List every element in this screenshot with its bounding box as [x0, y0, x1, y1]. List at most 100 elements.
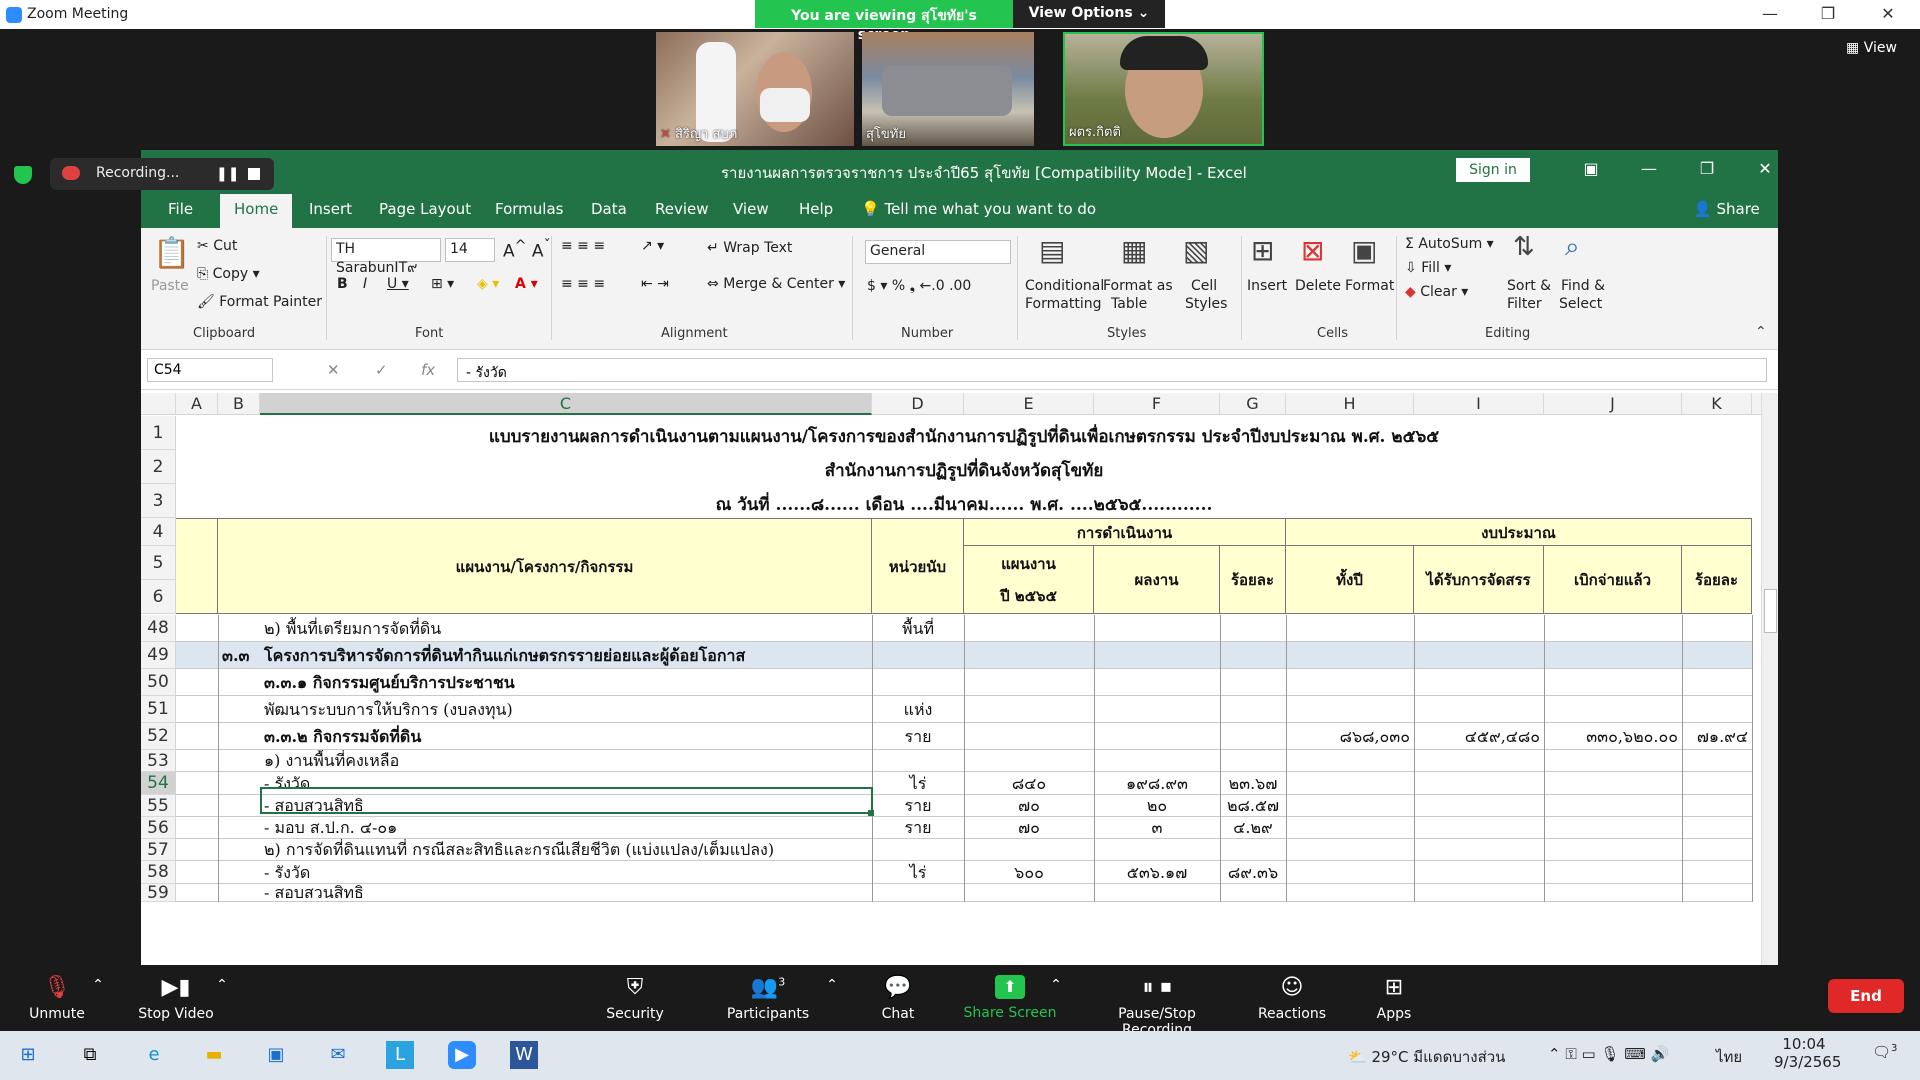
- cell-k54[interactable]: [1686, 772, 1748, 795]
- font-color-icon[interactable]: A ▾: [515, 276, 538, 292]
- view-options-button[interactable]: View Options ⌄: [1013, 0, 1165, 28]
- end-meeting-button[interactable]: End: [1828, 979, 1904, 1013]
- cell-d51[interactable]: แห่ง: [876, 696, 960, 723]
- row-header[interactable]: 57: [141, 839, 176, 861]
- cell-a56[interactable]: [180, 817, 214, 839]
- column-header-i[interactable]: I: [1414, 393, 1544, 415]
- cell-g51[interactable]: [1224, 696, 1282, 723]
- participants-button[interactable]: 👥3 Participants: [724, 965, 812, 1022]
- cell-a59[interactable]: [180, 884, 214, 902]
- cell-b52[interactable]: [222, 723, 256, 750]
- cell-f56[interactable]: ๓: [1098, 817, 1216, 839]
- cell-d57[interactable]: [876, 839, 960, 861]
- close-icon[interactable]: ✕: [1745, 159, 1785, 178]
- cell-f55[interactable]: ๒๐: [1098, 795, 1216, 817]
- row-header[interactable]: 49: [141, 642, 176, 669]
- row-header[interactable]: 54: [141, 772, 176, 795]
- cell-e49[interactable]: [968, 642, 1090, 669]
- row-header[interactable]: 55: [141, 795, 176, 817]
- cell-i59[interactable]: [1418, 884, 1540, 902]
- cell-a57[interactable]: [180, 839, 214, 861]
- cell-b54[interactable]: [222, 772, 256, 795]
- tab-insert[interactable]: Insert: [309, 200, 352, 218]
- fill-button[interactable]: ⇩ Fill ▾: [1405, 260, 1451, 276]
- cell-d58[interactable]: ไร่: [876, 861, 960, 884]
- cell-d53[interactable]: [876, 750, 960, 772]
- tab-data[interactable]: Data: [591, 200, 627, 218]
- line-app-icon[interactable]: L: [386, 1041, 414, 1069]
- cell-c49[interactable]: โครงการบริหารจัดการที่ดินทำกินแก่เกษตรกร…: [264, 642, 868, 669]
- cancel-icon[interactable]: ✕: [327, 361, 340, 379]
- horizontal-align-icons[interactable]: ≡ ≡ ≡: [561, 276, 605, 292]
- cell-b49[interactable]: ๓.๓: [222, 642, 256, 669]
- selected-cell-c54[interactable]: [260, 787, 873, 814]
- cell-k58[interactable]: [1686, 861, 1748, 884]
- restore-icon[interactable]: ❐: [1808, 4, 1848, 23]
- scrollbar-thumb[interactable]: [1764, 589, 1777, 633]
- cell-e54[interactable]: ๘๔๐: [968, 772, 1090, 795]
- cell-b58[interactable]: [222, 861, 256, 884]
- cell-h58[interactable]: [1290, 861, 1410, 884]
- notifications-icon[interactable]: 🗨3: [1872, 1043, 1897, 1061]
- cell-e53[interactable]: [968, 750, 1090, 772]
- cell-d52[interactable]: ราย: [876, 723, 960, 750]
- cell-e56[interactable]: ๗๐: [968, 817, 1090, 839]
- restore-icon[interactable]: ❐: [1687, 159, 1727, 178]
- cell-e59[interactable]: [968, 884, 1090, 902]
- cell-g58[interactable]: ๘๙.๓๖: [1224, 861, 1282, 884]
- cell-e52[interactable]: [968, 723, 1090, 750]
- row-header[interactable]: 3: [141, 484, 176, 518]
- cell-f50[interactable]: [1098, 669, 1216, 696]
- store-icon[interactable]: ▣: [262, 1041, 290, 1069]
- column-header-k[interactable]: K: [1682, 393, 1752, 415]
- column-header-d[interactable]: D: [872, 393, 964, 415]
- cell-a53[interactable]: [180, 750, 214, 772]
- cell-d50[interactable]: [876, 669, 960, 696]
- cell-b51[interactable]: [222, 696, 256, 723]
- cell-i49[interactable]: [1418, 642, 1540, 669]
- cell-b53[interactable]: [222, 750, 256, 772]
- cell-k53[interactable]: [1686, 750, 1748, 772]
- cell-e51[interactable]: [968, 696, 1090, 723]
- cell-c57[interactable]: ๒) การจัดที่ดินแทนที่ กรณีสละสิทธิและกรณ…: [264, 839, 868, 861]
- cell-j59[interactable]: [1548, 884, 1678, 902]
- cell-j55[interactable]: [1548, 795, 1678, 817]
- security-button[interactable]: ⛨ Security: [604, 965, 666, 1022]
- cell-i57[interactable]: [1418, 839, 1540, 861]
- cell-a55[interactable]: [180, 795, 214, 817]
- collapse-ribbon-icon[interactable]: ⌃: [1755, 324, 1767, 340]
- cell-k51[interactable]: [1686, 696, 1748, 723]
- row-header[interactable]: 51: [141, 696, 176, 723]
- number-format-select[interactable]: General: [865, 240, 1011, 264]
- row-header[interactable]: 1: [141, 416, 176, 450]
- cell-c51[interactable]: พัฒนาระบบการให้บริการ (งบลงทุน): [264, 696, 868, 723]
- cell-h48[interactable]: [1290, 615, 1410, 642]
- cell-d55[interactable]: ราย: [876, 795, 960, 817]
- column-header-c[interactable]: C: [260, 393, 872, 415]
- tab-formulas[interactable]: Formulas: [495, 200, 563, 218]
- cell-d56[interactable]: ราย: [876, 817, 960, 839]
- cell-j54[interactable]: [1548, 772, 1678, 795]
- find-select-button[interactable]: Find &: [1561, 278, 1605, 294]
- cell-g53[interactable]: [1224, 750, 1282, 772]
- cell-g48[interactable]: [1224, 615, 1282, 642]
- word-app-icon[interactable]: W: [510, 1041, 538, 1069]
- cell-g54[interactable]: ๒๓.๖๗: [1224, 772, 1282, 795]
- row-header[interactable]: 56: [141, 817, 176, 839]
- cell-k57[interactable]: [1686, 839, 1748, 861]
- cell-f49[interactable]: [1098, 642, 1216, 669]
- cell-a51[interactable]: [180, 696, 214, 723]
- wrap-text-button[interactable]: ↵ Wrap Text: [707, 240, 792, 256]
- cell-i56[interactable]: [1418, 817, 1540, 839]
- apps-button[interactable]: ⊞ Apps: [1374, 965, 1414, 1022]
- cell-a48[interactable]: [180, 615, 214, 642]
- stop-recording-icon[interactable]: [248, 168, 260, 180]
- tab-home[interactable]: Home: [220, 194, 293, 228]
- reactions-button[interactable]: ☺ Reactions: [1250, 965, 1334, 1022]
- cell-i51[interactable]: [1418, 696, 1540, 723]
- pause-stop-recording-button[interactable]: ⏸ ⏹ Pause/Stop Recording: [1082, 965, 1232, 1038]
- font-name-select[interactable]: TH SarabunIT๙: [331, 238, 441, 276]
- participant-video-2[interactable]: สุโขทัย: [862, 32, 1034, 146]
- cell-i52[interactable]: ๔๕๙,๔๘๐: [1418, 723, 1540, 750]
- participant-video-3[interactable]: ผตร.กิตติ: [1063, 32, 1264, 146]
